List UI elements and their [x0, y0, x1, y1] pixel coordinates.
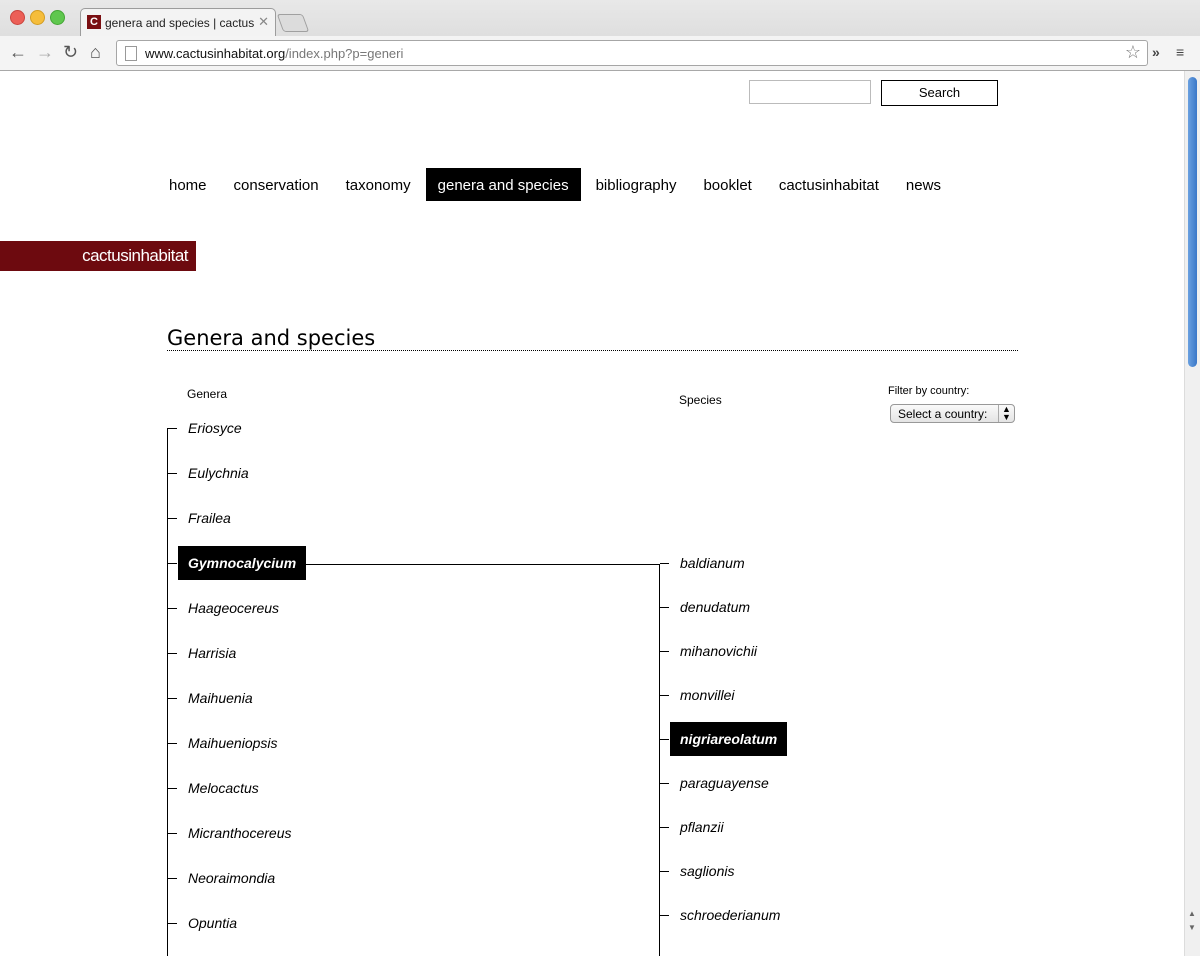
scrollbar-thumb[interactable]: [1188, 77, 1197, 367]
forward-icon[interactable]: →: [36, 42, 54, 62]
genus-item[interactable]: Haageocereus: [188, 591, 279, 625]
genus-tick: [168, 518, 177, 519]
genus-tick: [168, 563, 177, 564]
home-icon[interactable]: ⌂: [90, 42, 101, 62]
species-item[interactable]: denudatum: [680, 590, 750, 624]
page-title: Genera and species: [167, 326, 376, 350]
species-tick: [660, 739, 669, 740]
nav-item-taxonomy[interactable]: taxonomy: [334, 168, 423, 201]
species-item[interactable]: schroederianum: [680, 898, 780, 932]
menu-icon[interactable]: ≡: [1176, 44, 1184, 60]
close-tab-icon[interactable]: ✕: [258, 14, 269, 30]
zoom-window-button[interactable]: [50, 10, 65, 25]
address-bar[interactable]: www.cactusinhabitat.org/index.php?p=gene…: [116, 40, 1148, 66]
species-item[interactable]: nigriareolatum: [670, 722, 788, 756]
tab-strip: C genera and species | cactusinhabitat ✕: [0, 0, 1200, 37]
overflow-chevron-icon[interactable]: »: [1152, 44, 1160, 60]
search-button[interactable]: Search: [881, 80, 998, 106]
genus-item[interactable]: Maihuenia: [188, 681, 253, 715]
species-item[interactable]: saglionis: [680, 854, 734, 888]
scroll-up-icon[interactable]: ▲: [1188, 909, 1196, 918]
genus-tick: [168, 473, 177, 474]
bookmark-star-icon[interactable]: ☆: [1125, 42, 1141, 63]
species-tick: [660, 563, 669, 564]
genus-item[interactable]: Eulychnia: [188, 456, 249, 490]
back-icon[interactable]: ←: [9, 42, 27, 62]
filter-label: Filter by country:: [888, 385, 970, 397]
nav-item-home[interactable]: home: [157, 168, 219, 201]
genera-heading: Genera: [187, 387, 228, 401]
minimize-window-button[interactable]: [30, 10, 45, 25]
genus-item[interactable]: Maihueniopsis: [188, 726, 278, 760]
nav-item-genera-and-species[interactable]: genera and species: [425, 168, 581, 201]
brand-banner[interactable]: cactusinhabitat: [0, 241, 196, 271]
genus-item[interactable]: Melocactus: [188, 771, 259, 805]
chevron-updown-icon: ▲ ▼: [998, 405, 1014, 422]
page-icon: [125, 46, 137, 61]
title-divider: [167, 350, 1018, 351]
genus-species-connector: [296, 564, 659, 565]
genus-tick: [168, 923, 177, 924]
genus-tick: [168, 698, 177, 699]
species-tick: [660, 827, 669, 828]
genus-tick: [168, 878, 177, 879]
browser-tab[interactable]: C genera and species | cactusinhabitat ✕: [80, 8, 276, 37]
genus-item[interactable]: Opuntia: [188, 906, 237, 940]
new-tab-button[interactable]: [276, 14, 310, 32]
species-tick: [660, 651, 669, 652]
species-tick: [660, 695, 669, 696]
country-select-value: Select a country:: [898, 407, 988, 421]
nav-item-cactusinhabitat[interactable]: cactusinhabitat: [767, 168, 891, 201]
url-text: www.cactusinhabitat.org/index.php?p=gene…: [145, 46, 404, 61]
search-input[interactable]: [749, 80, 871, 104]
species-tick: [660, 607, 669, 608]
species-tick: [660, 871, 669, 872]
genus-tick: [168, 653, 177, 654]
genus-item[interactable]: Eriosyce: [188, 411, 242, 445]
genus-tick: [168, 788, 177, 789]
species-tick: [660, 915, 669, 916]
species-item[interactable]: pflanzii: [680, 810, 724, 844]
nav-item-conservation[interactable]: conservation: [222, 168, 331, 201]
favicon-icon: C: [87, 15, 101, 29]
genus-item[interactable]: Gymnocalycium: [178, 546, 307, 580]
species-tree-line: [659, 564, 660, 956]
scroll-down-icon[interactable]: ▼: [1188, 923, 1196, 932]
genus-tick: [168, 428, 177, 429]
species-item[interactable]: mihanovichii: [680, 634, 757, 668]
genus-item[interactable]: Harrisia: [188, 636, 236, 670]
species-heading: Species: [679, 393, 722, 407]
reload-icon[interactable]: ↻: [63, 42, 78, 62]
browser-toolbar: ← → ↻ ⌂ www.cactusinhabitat.org/index.ph…: [0, 36, 1200, 70]
genus-tick: [168, 608, 177, 609]
genus-item[interactable]: Micranthocereus: [188, 816, 292, 850]
close-window-button[interactable]: [10, 10, 25, 25]
genus-item[interactable]: Neoraimondia: [188, 861, 275, 895]
genus-item[interactable]: Frailea: [188, 501, 231, 535]
tab-title: genera and species | cactusinhabitat: [105, 16, 255, 30]
main-nav: home conservation taxonomy genera and speci…: [157, 168, 956, 201]
vertical-scrollbar[interactable]: ▲ ▼: [1184, 71, 1200, 956]
species-tick: [660, 783, 669, 784]
nav-item-bibliography[interactable]: bibliography: [584, 168, 689, 201]
species-item[interactable]: baldianum: [680, 546, 745, 580]
nav-item-booklet[interactable]: booklet: [691, 168, 763, 201]
country-select[interactable]: Select a country: ▲ ▼: [890, 404, 1015, 423]
genus-tick: [168, 833, 177, 834]
browser-chrome: C genera and species | cactusinhabitat ✕…: [0, 0, 1200, 71]
species-item[interactable]: paraguayense: [680, 766, 769, 800]
genus-tick: [168, 743, 177, 744]
nav-item-news[interactable]: news: [894, 168, 953, 201]
genera-tree-line: [167, 428, 168, 956]
species-item[interactable]: monvillei: [680, 678, 734, 712]
